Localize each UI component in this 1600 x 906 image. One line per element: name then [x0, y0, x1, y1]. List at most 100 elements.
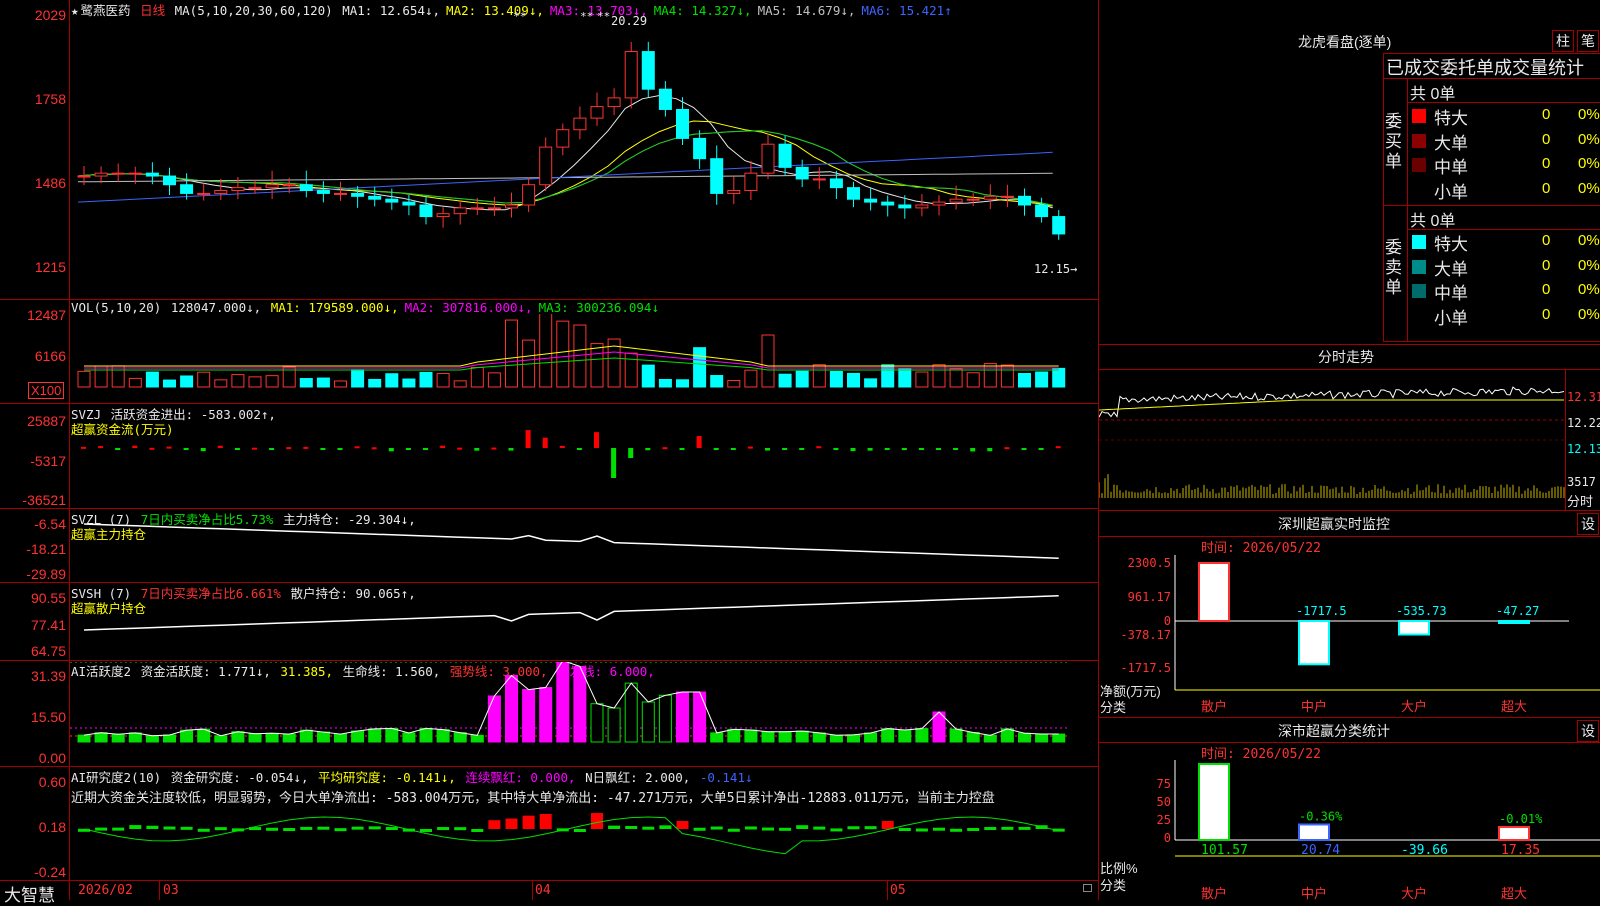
- activity-bar: [915, 728, 929, 743]
- order-row[interactable]: 中单 0 0%: [1410, 153, 1600, 177]
- order-row[interactable]: 中单 0 0%: [1410, 279, 1600, 303]
- candle: [214, 190, 228, 194]
- volume-bar: [436, 373, 450, 388]
- activity-bar: [590, 703, 604, 743]
- candle: [590, 106, 604, 119]
- activity-bar: [248, 733, 262, 743]
- sz-class-settings-button[interactable]: 设: [1577, 720, 1599, 742]
- candle: [915, 204, 929, 209]
- candle: [812, 178, 826, 181]
- volume-bar: [778, 373, 792, 388]
- order-row[interactable]: 特大 0 0%: [1410, 104, 1600, 128]
- research-bar: [368, 826, 381, 830]
- activity-bar: [453, 732, 467, 743]
- volume-bar: [864, 378, 878, 388]
- bar-view-button[interactable]: 柱: [1552, 30, 1574, 52]
- order-row[interactable]: 大单 0 0%: [1410, 255, 1600, 279]
- research-chart[interactable]: [70, 805, 1098, 880]
- intraday-price-line: [1099, 386, 1565, 418]
- activity-bar: [864, 732, 878, 743]
- flow-bar: [679, 448, 685, 450]
- bar-value: -1717.5: [1296, 604, 1347, 618]
- candle: [693, 137, 707, 160]
- color-swatch: [1412, 259, 1426, 274]
- volume-bar: [180, 375, 194, 388]
- flow-bar: [405, 448, 411, 450]
- research-bar: [522, 815, 535, 829]
- flow-bar: [115, 448, 121, 450]
- flow-bar: [423, 448, 428, 450]
- candle: [556, 129, 570, 148]
- activity-bar: [265, 732, 279, 743]
- order-type: 特大: [1434, 109, 1468, 128]
- volume-bar: [983, 363, 997, 388]
- volume-chart[interactable]: [70, 314, 1098, 399]
- order-pct: 0%: [1578, 305, 1600, 323]
- candle: [197, 192, 211, 195]
- category-label: 中户: [1301, 886, 1327, 900]
- flow-bar: [286, 447, 292, 450]
- research-bar: [710, 826, 723, 830]
- order-row[interactable]: 小单 0 0%: [1410, 304, 1600, 328]
- order-pct: 0%: [1578, 256, 1600, 274]
- candle: [983, 195, 997, 200]
- flow-bar: [388, 448, 394, 452]
- candle: [487, 207, 501, 210]
- main-holding-chart[interactable]: [70, 510, 1098, 582]
- volume-bar: [966, 372, 980, 388]
- activity-bar: [710, 732, 724, 743]
- activity-chart[interactable]: [70, 662, 1098, 766]
- net-bar: [1498, 620, 1530, 624]
- order-count: 0: [1542, 130, 1551, 148]
- color-swatch: [1412, 133, 1426, 148]
- volume-bar: [334, 380, 347, 388]
- volume-bar: [94, 365, 108, 388]
- sz-monitor-settings-button[interactable]: 设: [1577, 513, 1599, 535]
- candlestick-chart[interactable]: [70, 14, 1098, 299]
- flow-bar: [901, 448, 907, 451]
- axis-label: 75: [1157, 777, 1171, 791]
- activity-bar: [282, 733, 296, 743]
- activity-bar: [983, 734, 997, 743]
- flow-bar: [457, 447, 463, 450]
- sz-class-chart[interactable]: 75 50 25 0 101.57 散户 -0.36% 20.74 中户 -39.66 大户 -0.0…: [1099, 760, 1600, 900]
- order-row[interactable]: 大单 0 0%: [1410, 129, 1600, 153]
- order-pct: 0%: [1578, 232, 1600, 249]
- intraday-chart[interactable]: [1099, 370, 1565, 510]
- activity-bar: [163, 734, 176, 743]
- volume-bar: [197, 371, 211, 388]
- sz-monitor-chart[interactable]: 2300.5 961.17 0-378.17 -1717.5 2300.5 散户 -1717…: [1099, 555, 1600, 720]
- activity-bar: [795, 730, 809, 743]
- date-label: 05: [890, 883, 906, 898]
- volume-bar: [77, 370, 91, 388]
- date-label: 03: [163, 883, 179, 898]
- research-bar: [283, 828, 296, 832]
- order-row[interactable]: 特大 0 0%: [1410, 230, 1600, 254]
- fund-flow-chart[interactable]: [70, 410, 1098, 506]
- retail-holding-chart[interactable]: [70, 584, 1098, 660]
- volume-bar: [1018, 373, 1031, 388]
- volume-bar: [231, 374, 245, 388]
- price-axis-label: 1486: [34, 175, 66, 191]
- order-row[interactable]: 小单 0 0%: [1410, 178, 1600, 202]
- tick-view-button[interactable]: 笔: [1577, 30, 1599, 52]
- ratio-bar: [1498, 826, 1530, 842]
- activity-bar: [847, 734, 860, 743]
- axis-label: 2300.5: [1128, 556, 1171, 570]
- volume-bar: [795, 370, 809, 388]
- volume-bar: [368, 378, 382, 388]
- candle: [436, 213, 450, 218]
- research-bar: [385, 827, 398, 831]
- lock-icon[interactable]: [1083, 884, 1092, 892]
- activity-bar: [676, 691, 689, 743]
- research-bar: [591, 813, 603, 829]
- candle: [180, 184, 194, 194]
- flow-bar: [183, 448, 189, 450]
- volume-bar: [727, 379, 741, 388]
- activity-bar: [368, 728, 382, 743]
- volume-bar: [351, 369, 365, 388]
- volume-bar: [539, 314, 553, 388]
- research-bar: [659, 825, 672, 829]
- vol-unit-badge[interactable]: X100: [28, 382, 65, 399]
- flow-bar: [217, 445, 223, 448]
